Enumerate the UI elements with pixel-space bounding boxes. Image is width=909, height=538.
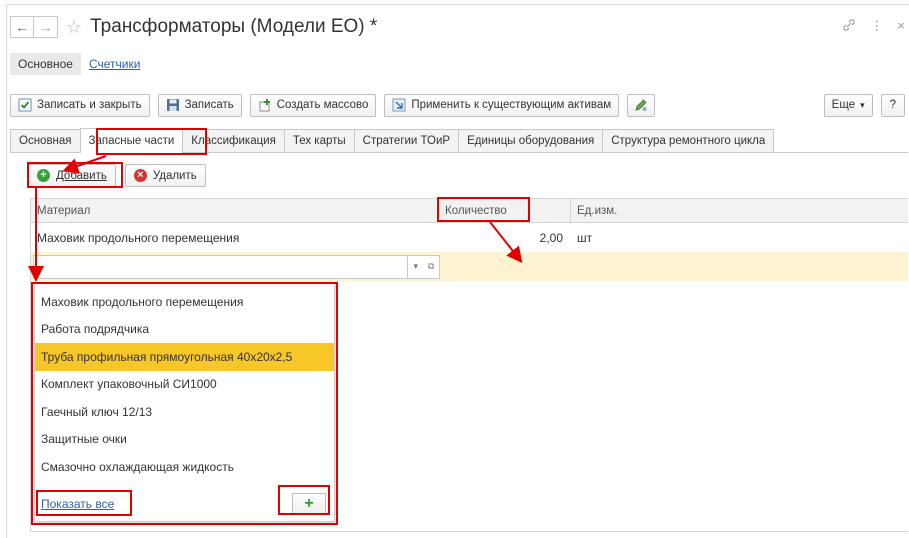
more-label: Еще <box>831 99 856 111</box>
show-all-link[interactable]: Показать все <box>41 497 114 511</box>
apply-to-assets-button[interactable]: Применить к существующим активам <box>384 93 620 117</box>
material-dropdown-list: Маховик продольного перемещения Работа п… <box>34 282 335 522</box>
star-icon[interactable]: ☆ <box>66 18 82 36</box>
save-and-close-label: Записать и закрыть <box>37 99 142 111</box>
section-nav: Основное Счетчики <box>10 52 148 76</box>
dropdown-arrow-icon[interactable]: ▾ <box>408 256 424 278</box>
list-item[interactable]: Комплект упаковочный СИ1000 <box>35 371 334 399</box>
create-new-button[interactable]: + <box>292 493 326 515</box>
chevron-down-icon: ▾ <box>860 99 865 110</box>
unit-input[interactable] <box>572 252 908 281</box>
pencil-icon <box>634 98 648 112</box>
toolbar: Записать и закрыть Записать Создать масс… <box>10 93 905 117</box>
list-item[interactable]: Смазочно охлаждающая жидкость <box>35 453 334 481</box>
bulk-create-icon <box>258 98 272 112</box>
more-dropdown-button[interactable]: Еще ▾ <box>823 93 873 117</box>
dropdown-footer: Показать все + <box>35 487 334 521</box>
save-button[interactable]: Записать <box>157 93 242 117</box>
plus-icon: + <box>304 495 314 512</box>
list-item[interactable]: Гаечный ключ 12/13 <box>35 398 334 426</box>
arrow-right-icon: → <box>38 19 53 35</box>
page-tabs: Основная Запасные части Классификация Те… <box>10 128 908 153</box>
tab-main[interactable]: Основная <box>10 129 81 152</box>
close-icon[interactable]: × <box>897 18 905 35</box>
apply-icon <box>392 98 406 112</box>
table-toolbar: + Добавить × Удалить <box>28 164 206 188</box>
tab-strategies[interactable]: Стратегии ТОиР <box>353 129 460 152</box>
add-icon: + <box>37 169 50 182</box>
cell-quantity: 2,00 <box>539 230 563 245</box>
add-button[interactable]: + Добавить <box>28 164 116 187</box>
title-bar: ← → ☆ Трансформаторы (Модели ЕО) * ⋮ × <box>10 10 905 44</box>
title-actions: ⋮ × <box>842 18 905 35</box>
bulk-create-label: Создать массово <box>276 99 369 111</box>
table-row-editing[interactable]: ▾ ⧉ <box>31 252 908 281</box>
edit-settings-button[interactable] <box>627 93 656 117</box>
page-title: Трансформаторы (Модели ЕО) * <box>90 16 378 37</box>
tab-classification[interactable]: Классификация <box>182 129 285 152</box>
list-item[interactable]: Защитные очки <box>35 426 334 454</box>
bulk-create-button[interactable]: Создать массово <box>249 93 377 117</box>
section-main[interactable]: Основное <box>10 53 81 75</box>
tab-repair-cycle[interactable]: Структура ремонтного цикла <box>602 129 775 152</box>
apply-to-assets-label: Применить к существующим активам <box>411 99 612 111</box>
table-header: Материал Количество Ед.изм. <box>31 199 908 223</box>
delete-icon: × <box>133 169 147 182</box>
delete-label: Удалить <box>152 169 197 182</box>
column-header-material[interactable]: Материал <box>31 199 439 223</box>
tab-equipment-units[interactable]: Единицы оборудования <box>458 129 604 152</box>
material-input[interactable] <box>33 254 408 279</box>
quantity-input[interactable] <box>440 252 572 281</box>
tab-spare-parts[interactable]: Запасные части <box>79 128 184 153</box>
forward-button[interactable]: → <box>34 16 58 38</box>
arrow-left-icon: ← <box>15 19 29 35</box>
section-counters[interactable]: Счетчики <box>81 53 148 75</box>
help-icon: ? <box>889 99 896 111</box>
save-label: Записать <box>184 99 234 111</box>
delete-button[interactable]: × Удалить <box>124 164 206 187</box>
add-label: Добавить <box>56 169 107 182</box>
more-icon[interactable]: ⋮ <box>870 18 883 35</box>
back-button[interactable]: ← <box>10 16 34 38</box>
cell-unit: шт <box>577 230 593 245</box>
save-close-icon <box>18 98 32 112</box>
material-input-buttons: ▾ ⧉ <box>408 254 440 279</box>
list-item[interactable]: Работа подрядчика <box>35 316 334 344</box>
open-form-icon[interactable]: ⧉ <box>424 256 440 278</box>
save-and-close-button[interactable]: Записать и закрыть <box>10 93 150 117</box>
list-item-selected[interactable]: Труба профильная прямоугольная 40х20х2,5 <box>35 343 334 371</box>
help-button[interactable]: ? <box>880 93 905 117</box>
link-icon[interactable] <box>842 18 856 35</box>
cell-material: Маховик продольного перемещения <box>37 230 240 245</box>
column-header-quantity[interactable]: Количество <box>439 199 571 223</box>
floppy-icon <box>166 98 180 112</box>
column-header-unit[interactable]: Ед.изм. <box>571 199 908 223</box>
table-row[interactable]: Маховик продольного перемещения 2,00 шт <box>31 223 908 252</box>
tab-tech-cards[interactable]: Тех карты <box>283 129 355 152</box>
list-item[interactable]: Маховик продольного перемещения <box>35 288 334 316</box>
